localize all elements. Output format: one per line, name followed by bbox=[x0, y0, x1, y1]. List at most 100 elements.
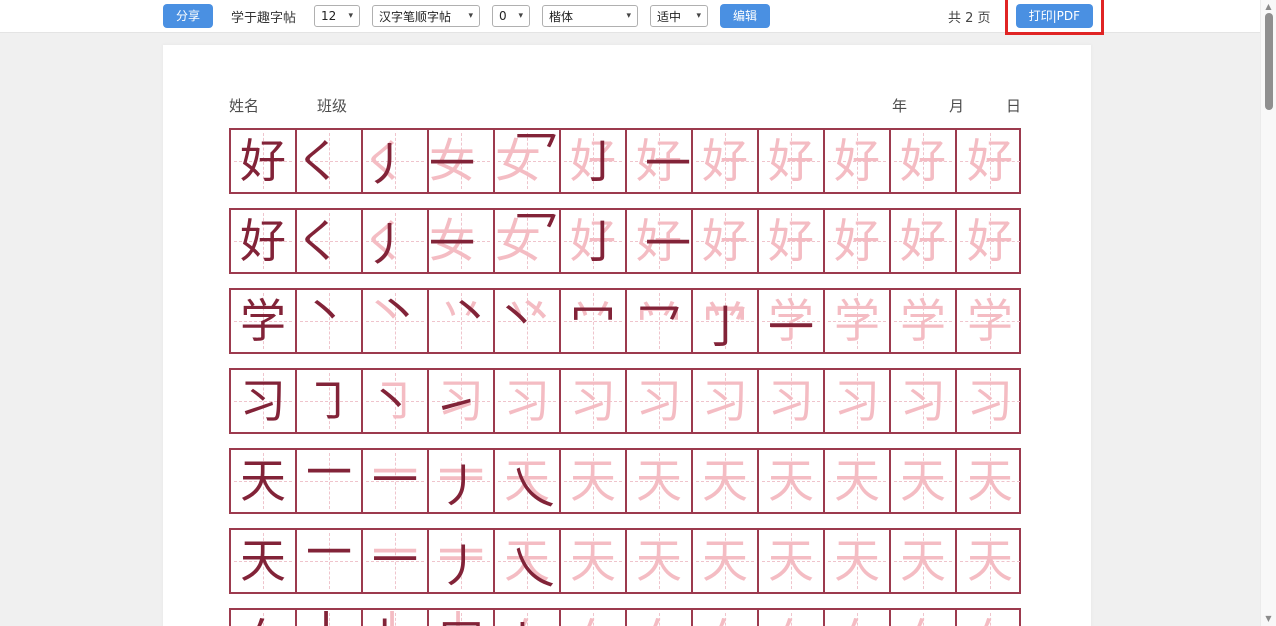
grid-cell: 好亅 bbox=[561, 210, 627, 272]
grid-cell: 丿冂 bbox=[429, 610, 495, 626]
stroke-glyph: 习 bbox=[231, 370, 295, 432]
scroll-down-icon[interactable]: ▼ bbox=[1261, 614, 1276, 624]
stroke-glyph: 学 bbox=[231, 290, 295, 352]
print-button-highlight-box: 打印|PDF bbox=[1005, 0, 1104, 35]
toolbar-left-group: 分享 学于趣字帖 12 ▾ 汉字笔顺字帖 ▾ 0 ▾ 楷体 ▾ 适中 ▾ 编辑 bbox=[163, 4, 770, 28]
stroke-glyph: 习 bbox=[627, 370, 691, 432]
grid-cell: 天 bbox=[693, 450, 759, 512]
stroke-glyph: 丿 bbox=[292, 601, 356, 626]
stroke-glyph: 天 bbox=[693, 530, 757, 592]
grid-cell: 向 bbox=[231, 610, 297, 626]
share-button[interactable]: 分享 bbox=[163, 4, 213, 28]
stroke-glyph: 天 bbox=[891, 530, 955, 592]
stroke-glyph: 天 bbox=[693, 450, 757, 512]
grid-cell: 一一 bbox=[363, 450, 429, 512]
stroke-glyph: 习 bbox=[957, 370, 1023, 432]
stroke-glyph: 冂 bbox=[429, 611, 493, 626]
stroke-glyph: 习 bbox=[561, 370, 625, 432]
stroke-glyph: 学 bbox=[891, 290, 955, 352]
stroke-glyph: く bbox=[353, 130, 417, 192]
stroke-glyph: 一 bbox=[363, 529, 427, 591]
print-pdf-button[interactable]: 打印|PDF bbox=[1016, 4, 1093, 28]
grid-cell: 学一 bbox=[759, 290, 825, 352]
scrollbar[interactable]: ▲ ▼ bbox=[1260, 0, 1276, 626]
stroke-glyph: 向 bbox=[825, 610, 889, 626]
grid-count-select[interactable]: 12 ▾ bbox=[314, 5, 360, 27]
grid-cell: 丶 bbox=[297, 290, 363, 352]
page-count-label: 共 2 页 bbox=[948, 7, 991, 26]
stroke-glyph: 丨 bbox=[491, 614, 555, 626]
template-select[interactable]: 汉字笔顺字帖 ▾ bbox=[372, 5, 480, 27]
grid-cell: 向丨 bbox=[495, 610, 561, 626]
grid-cell: 女乛 bbox=[495, 130, 561, 192]
stroke-glyph: 天 bbox=[759, 530, 823, 592]
grid-cell: 好一 bbox=[627, 130, 693, 192]
stroke-glyph: 一 bbox=[759, 296, 823, 358]
grid-cell: 好 bbox=[231, 210, 297, 272]
stroke-glyph: 习 bbox=[429, 370, 493, 432]
stroke-glyph: 天 bbox=[561, 450, 625, 512]
scrollbar-thumb[interactable] bbox=[1265, 13, 1273, 110]
grid-cell: ㇆丶 bbox=[363, 370, 429, 432]
chevron-down-icon: ▾ bbox=[627, 11, 632, 21]
stroke-glyph: 女 bbox=[420, 130, 484, 192]
stroke-glyph: 天 bbox=[495, 450, 559, 512]
grid-cell: く丿 bbox=[363, 210, 429, 272]
stroke-glyph: 丶 bbox=[354, 281, 418, 343]
toolbar: 分享 学于趣字帖 12 ▾ 汉字笔顺字帖 ▾ 0 ▾ 楷体 ▾ 适中 ▾ 编辑 … bbox=[0, 0, 1276, 33]
toolbar-right-group: 共 2 页 打印|PDF bbox=[948, 0, 1104, 35]
worksheet-page: 姓名 班级 年 月 日 好くく丿女一女乛好亅好一好好好好好好くく丿女一女乛好亅好… bbox=[163, 45, 1091, 626]
stroke-glyph: 女 bbox=[420, 210, 484, 272]
offset-select[interactable]: 0 ▾ bbox=[492, 5, 530, 27]
stroke-glyph: 好 bbox=[825, 130, 889, 192]
stroke-glyph: 冖 bbox=[693, 286, 757, 348]
stroke-glyph: 丶 bbox=[367, 280, 431, 342]
stroke-glyph: 乀 bbox=[501, 536, 565, 598]
grid-cell: く bbox=[297, 130, 363, 192]
grid-cell: 好 bbox=[891, 210, 957, 272]
grid-cell: 习 bbox=[759, 370, 825, 432]
stroke-glyph: 丿 bbox=[429, 535, 493, 597]
grid-cell: 天 bbox=[891, 450, 957, 512]
scroll-up-icon[interactable]: ▲ bbox=[1261, 2, 1276, 12]
grid-cell: 一一 bbox=[363, 530, 429, 592]
stroke-glyph: 学 bbox=[957, 290, 1023, 352]
stroke-glyph: 丨 bbox=[353, 610, 417, 626]
stroke-glyph: 丷 bbox=[693, 280, 757, 342]
grid-cell: 丶丶 bbox=[363, 290, 429, 352]
practice-row-好: 好くく丿女一女乛好亅好一好好好好好 bbox=[229, 208, 1021, 274]
stroke-glyph: 丶 bbox=[438, 281, 502, 343]
grid-cell: 好一 bbox=[627, 210, 693, 272]
sheet-header-right: 年 月 日 bbox=[892, 95, 1021, 116]
grid-cell: 习 bbox=[825, 370, 891, 432]
stroke-glyph: 习 bbox=[891, 370, 955, 432]
grid-cell: 习 bbox=[561, 370, 627, 432]
edit-button[interactable]: 编辑 bbox=[720, 4, 770, 28]
select-value: 汉字笔顺字帖 bbox=[379, 8, 451, 25]
stroke-glyph: 习 bbox=[693, 370, 757, 432]
stroke-glyph: 丿 bbox=[429, 455, 493, 517]
stroke-glyph: 好 bbox=[561, 210, 625, 272]
grid-cell: 天 bbox=[231, 530, 297, 592]
stroke-glyph: 习 bbox=[495, 370, 559, 432]
font-select[interactable]: 楷体 ▾ bbox=[542, 5, 638, 27]
grid-cell: 学 bbox=[957, 290, 1023, 352]
stroke-glyph: 向 bbox=[957, 610, 1023, 626]
density-select[interactable]: 适中 ▾ bbox=[650, 5, 708, 27]
grid-cell: 天 bbox=[693, 530, 759, 592]
stroke-glyph: 向 bbox=[231, 610, 295, 626]
grid-cell: 向 bbox=[957, 610, 1023, 626]
day-label: 日 bbox=[1006, 95, 1021, 116]
grid-cell: 好 bbox=[759, 210, 825, 272]
stroke-glyph: 一 bbox=[429, 521, 493, 583]
grid-cell: 好 bbox=[693, 210, 759, 272]
stroke-glyph: 习 bbox=[825, 370, 889, 432]
stroke-glyph: 亅 bbox=[570, 131, 634, 193]
grid-cell: 向一 bbox=[627, 610, 693, 626]
stroke-glyph: 一 bbox=[420, 212, 484, 274]
stroke-glyph: く bbox=[353, 210, 417, 272]
stroke-glyph: 天 bbox=[957, 530, 1023, 592]
class-label: 班级 bbox=[317, 95, 347, 116]
stroke-glyph: 丷 bbox=[627, 280, 691, 342]
stroke-glyph: 好 bbox=[957, 210, 1023, 272]
